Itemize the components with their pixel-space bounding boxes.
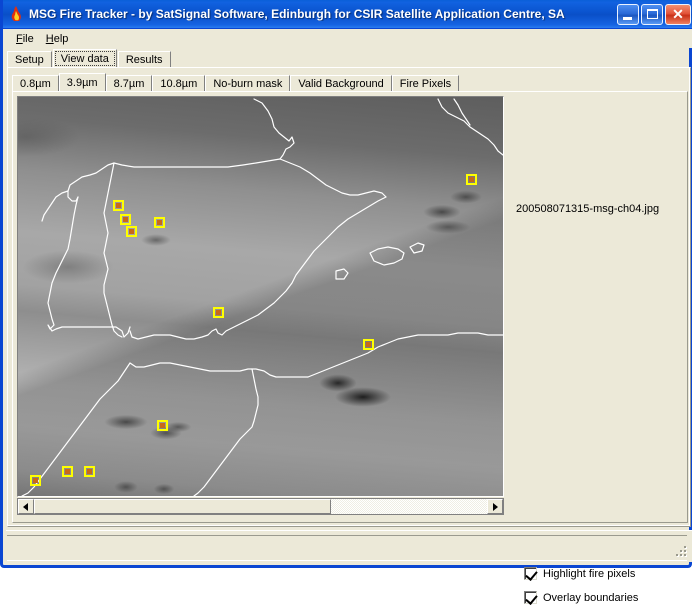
tab-fire-pixels[interactable]: Fire Pixels [391,75,460,92]
fire-pixel-core [157,220,162,225]
fire-pixel-core [116,203,121,208]
fire-pixel-marker[interactable] [84,466,95,477]
fire-pixel-core [87,469,92,474]
fire-pixel-core [216,310,221,315]
fire-pixel-marker[interactable] [213,307,224,318]
channel-tab-body: 200508071315-msg-ch04.jpg Highlight fire… [12,91,688,605]
tab-results[interactable]: Results [117,51,171,68]
tab-valid-background[interactable]: Valid Background [290,75,392,92]
checkbox-box[interactable] [524,591,538,605]
window-controls: ✕ [617,3,691,25]
minimize-icon [623,16,632,20]
maximize-icon [647,8,658,19]
fire-pixel-marker[interactable] [113,200,124,211]
check-icon [525,592,538,605]
menu-item-file-accel: F [16,32,23,45]
resize-grip[interactable] [675,546,689,560]
fire-pixel-core [129,229,134,234]
close-button[interactable]: ✕ [665,3,691,25]
main-tab-body: 0.8µm 3.9µm 8.7µm 10.8µm No-burn mask Va… [7,67,691,605]
checkbox-box[interactable] [524,567,538,581]
menu-bar: File Help [6,29,692,48]
satellite-image-viewport[interactable] [17,96,504,497]
fire-pixel-core [33,478,38,483]
fire-pixel-marker[interactable] [157,420,168,431]
menu-item-help-label: elp [53,32,69,45]
scroll-thumb[interactable] [34,499,331,514]
coastline-overlay [21,98,503,496]
title-bar: MSG Fire Tracker - by SatSignal Software… [3,0,692,29]
scroll-left-button[interactable] [18,499,34,514]
menu-item-help[interactable]: Help [41,31,76,47]
status-bar-panel [7,535,687,561]
close-icon: ✕ [672,5,684,22]
overlay-boundaries-label: Overlay boundaries [543,591,639,604]
menu-item-file[interactable]: File [11,31,41,47]
fire-pixel-core [469,177,474,182]
fire-pixel-core [65,469,70,474]
status-bar [6,530,692,562]
minimize-button[interactable] [617,3,639,25]
fire-pixel-core [160,423,165,428]
highlight-fire-pixels-label: Highlight fire pixels [543,567,636,580]
scroll-right-button[interactable] [487,499,503,514]
overlay-boundaries-checkbox[interactable]: Overlay boundaries [524,591,639,605]
tab-view-data[interactable]: View data [52,49,117,68]
image-filename-label: 200508071315-msg-ch04.jpg [516,203,660,215]
chevron-right-icon [493,502,498,511]
tab-setup[interactable]: Setup [7,51,52,68]
fire-pixel-marker[interactable] [154,217,165,228]
fire-pixel-marker[interactable] [126,226,137,237]
main-tabstrip: Setup View data Results [7,49,172,68]
fire-pixel-core [123,217,128,222]
maximize-button[interactable] [641,3,663,25]
fire-pixel-marker[interactable] [466,174,477,185]
tab-no-burn-mask[interactable]: No-burn mask [205,75,291,92]
fire-pixel-marker[interactable] [62,466,73,477]
channel-tabstrip: 0.8µm 3.9µm 8.7µm 10.8µm No-burn mask Va… [12,73,460,92]
chevron-left-icon [23,502,28,511]
satellite-image [18,97,503,496]
fire-pixel-marker[interactable] [30,475,41,486]
tab-channel-108um[interactable]: 10.8µm [152,75,206,92]
menu-item-file-label: ile [22,32,34,45]
fire-pixel-marker[interactable] [363,339,374,350]
flame-icon [7,5,25,23]
fire-pixel-core [366,342,371,347]
highlight-fire-pixels-checkbox[interactable]: Highlight fire pixels [524,567,636,581]
window-title: MSG Fire Tracker - by SatSignal Software… [29,7,565,21]
tab-channel-87um[interactable]: 8.7µm [105,75,153,92]
application-window: MSG Fire Tracker - by SatSignal Software… [0,0,692,605]
tab-channel-08um[interactable]: 0.8µm [12,75,59,92]
check-icon [525,568,538,581]
fire-pixel-marker[interactable] [120,214,131,225]
menu-item-help-accel: H [45,32,54,45]
main-tab-control: Setup View data Results 0.8µm 3.9µm 8.7µ… [7,49,691,605]
scroll-track[interactable] [34,499,487,514]
image-horizontal-scrollbar[interactable] [17,498,504,515]
tab-channel-39um[interactable]: 3.9µm [58,73,106,92]
